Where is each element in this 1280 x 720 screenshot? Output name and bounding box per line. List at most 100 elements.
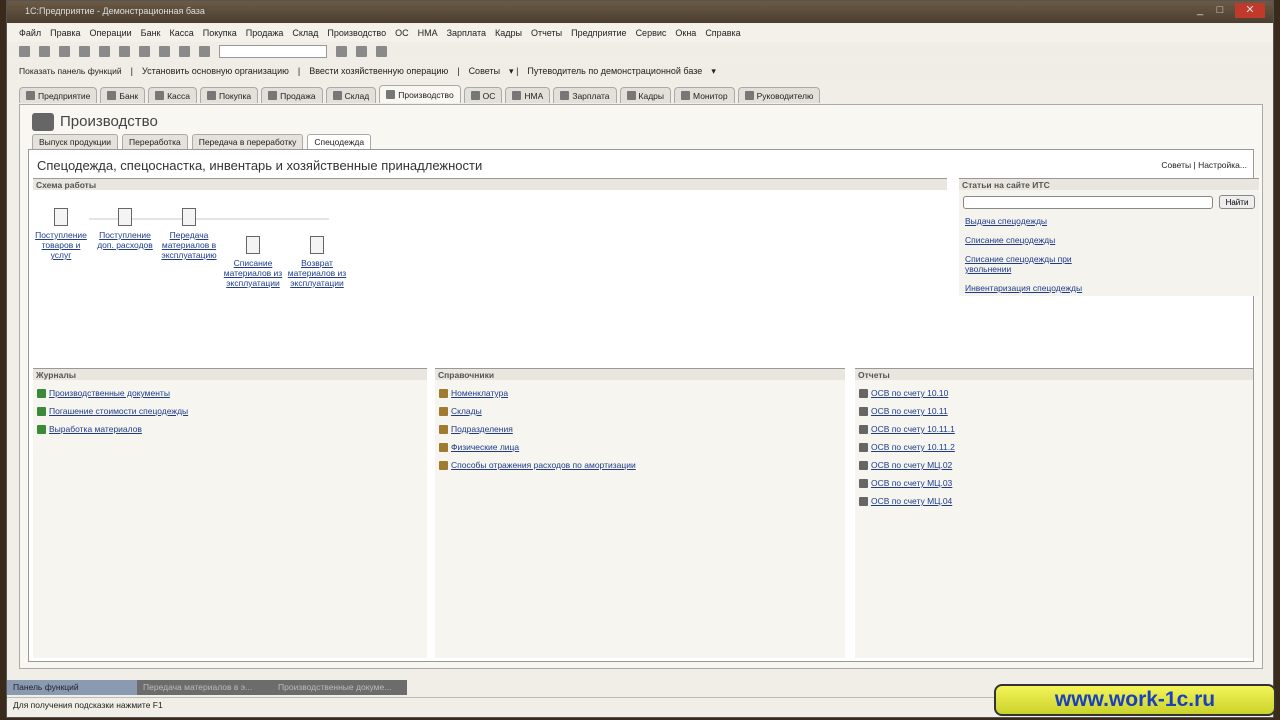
item-link[interactable]: Номенклатура [451, 388, 508, 398]
menu-item[interactable]: Сервис [636, 28, 667, 38]
menu-item[interactable]: Зарплата [447, 28, 486, 38]
menu-item[interactable]: Операции [90, 28, 132, 38]
list-item[interactable]: ОСВ по счету МЦ.02 [859, 460, 1249, 470]
scheme-node[interactable]: Списание материалов из эксплуатации [223, 236, 283, 288]
tab-item[interactable]: Руководителю [737, 87, 821, 103]
tab-item[interactable]: НМА [505, 87, 551, 103]
find-button[interactable]: Найти [1219, 195, 1255, 209]
item-link[interactable]: ОСВ по счету МЦ.03 [871, 478, 952, 488]
item-link[interactable]: Физические лица [451, 442, 519, 452]
menu-item[interactable]: Кадры [495, 28, 522, 38]
list-item[interactable]: ОСВ по счету 10.11.2 [859, 442, 1249, 452]
its-link[interactable]: Инвентаризация спецодежды [965, 283, 1095, 293]
item-link[interactable]: ОСВ по счету 10.11 [871, 406, 948, 416]
search-icon[interactable] [199, 45, 210, 57]
scheme-node[interactable]: Поступление доп. расходов [95, 208, 155, 250]
copy-icon[interactable] [99, 45, 110, 57]
menu-item[interactable]: ОС [395, 28, 409, 38]
tab-item[interactable]: Монитор [674, 87, 735, 103]
item-link[interactable]: ОСВ по счету 10.11.2 [871, 442, 955, 452]
tips-button[interactable]: Советы [469, 66, 500, 76]
scheme-node[interactable]: Возврат материалов из эксплуатации [287, 236, 347, 288]
menu-item[interactable]: Предприятие [571, 28, 626, 38]
subtab[interactable]: Переработка [122, 134, 188, 149]
tab-item[interactable]: Покупка [200, 87, 259, 103]
item-link[interactable]: ОСВ по счету МЦ.02 [871, 460, 952, 470]
list-item[interactable]: ОСВ по счету МЦ.03 [859, 478, 1249, 488]
scheme-link[interactable]: Списание материалов из эксплуатации [224, 258, 282, 288]
menu-item[interactable]: Правка [50, 28, 80, 38]
menu-item[interactable]: Продажа [246, 28, 284, 38]
item-link[interactable]: Выработка материалов [49, 424, 142, 434]
item-link[interactable]: Способы отражения расходов по амортизаци… [451, 460, 636, 470]
item-link[interactable]: Производственные документы [49, 388, 170, 398]
its-search-input[interactable] [963, 196, 1213, 209]
tips-link[interactable]: Советы [1161, 160, 1191, 170]
show-panel-button[interactable]: Показать панель функций [19, 66, 122, 76]
subtab[interactable]: Передача в переработку [191, 134, 304, 149]
taskbar-item[interactable]: Передача материалов в э... [137, 680, 272, 695]
menu-item[interactable]: Отчеты [531, 28, 562, 38]
menu-item[interactable]: Банк [141, 28, 161, 38]
list-item[interactable]: ОСВ по счету 10.11.1 [859, 424, 1249, 434]
item-link[interactable]: Склады [451, 406, 482, 416]
scheme-link[interactable]: Поступление доп. расходов [97, 230, 153, 250]
list-item[interactable]: Погашение стоимости спецодежды [37, 406, 423, 416]
enter-operation-button[interactable]: Ввести хозяйственную операцию [309, 66, 448, 76]
menu-item[interactable]: Окна [675, 28, 696, 38]
paste-icon[interactable] [119, 45, 130, 57]
redo-icon[interactable] [179, 45, 190, 57]
calendar-icon[interactable] [356, 45, 367, 57]
open-icon[interactable] [39, 45, 50, 57]
help-icon[interactable] [376, 45, 387, 57]
close-button[interactable]: ✕ [1235, 3, 1265, 18]
menu-item[interactable]: Производство [327, 28, 386, 38]
search-input[interactable] [219, 44, 327, 58]
tab-item[interactable]: Зарплата [553, 87, 617, 103]
menu-item[interactable]: Касса [169, 28, 193, 38]
subtab[interactable]: Спецодежда [307, 134, 372, 149]
list-item[interactable]: Физические лица [439, 442, 841, 452]
tab-item[interactable]: Склад [325, 87, 377, 103]
save-icon[interactable] [59, 45, 70, 57]
menu-item[interactable]: НМА [418, 28, 438, 38]
scheme-node[interactable]: Передача материалов в эксплуатацию [159, 208, 219, 260]
cut-icon[interactable] [79, 45, 90, 57]
list-item[interactable]: ОСВ по счету 10.10 [859, 388, 1249, 398]
list-item[interactable]: Выработка материалов [37, 424, 423, 434]
undo-icon[interactable] [159, 45, 170, 57]
new-icon[interactable] [19, 45, 30, 57]
list-item[interactable]: Производственные документы [37, 388, 423, 398]
list-item[interactable]: Подразделения [439, 424, 841, 434]
tab-item[interactable]: Кадры [619, 87, 672, 103]
taskbar-item[interactable]: Производственные докуме... [272, 680, 407, 695]
list-item[interactable]: ОСВ по счету 10.11 [859, 406, 1249, 416]
list-item[interactable]: ОСВ по счету МЦ.04 [859, 496, 1249, 506]
scheme-link[interactable]: Возврат материалов из эксплуатации [288, 258, 346, 288]
list-item[interactable]: Склады [439, 406, 841, 416]
tab-item[interactable]: Производство [379, 85, 461, 103]
menu-item[interactable]: Склад [292, 28, 318, 38]
item-link[interactable]: ОСВ по счету 10.10 [871, 388, 948, 398]
its-link[interactable]: Выдача спецодежды [965, 216, 1095, 226]
menu-item[interactable]: Файл [19, 28, 41, 38]
calculator-icon[interactable] [336, 45, 347, 57]
item-link[interactable]: Подразделения [451, 424, 513, 434]
minimize-button[interactable]: _ [1191, 3, 1209, 18]
maximize-button[interactable]: □ [1211, 3, 1229, 18]
item-link[interactable]: ОСВ по счету МЦ.04 [871, 496, 952, 506]
tab-item[interactable]: Касса [148, 87, 198, 103]
set-org-button[interactable]: Установить основную организацию [142, 66, 289, 76]
tab-item[interactable]: ОС [463, 87, 503, 103]
scheme-node[interactable]: Поступление товаров и услуг [31, 208, 91, 260]
subtab[interactable]: Выпуск продукции [32, 134, 119, 149]
its-link[interactable]: Списание спецодежды при увольнении [965, 254, 1095, 274]
tab-item[interactable]: Банк [100, 87, 146, 103]
menu-item[interactable]: Покупка [203, 28, 237, 38]
scheme-link[interactable]: Передача материалов в эксплуатацию [161, 230, 216, 260]
tab-item[interactable]: Продажа [261, 87, 323, 103]
print-icon[interactable] [139, 45, 150, 57]
menu-item[interactable]: Справка [705, 28, 740, 38]
list-item[interactable]: Способы отражения расходов по амортизаци… [439, 460, 841, 470]
taskbar-item[interactable]: Панель функций [7, 680, 137, 695]
